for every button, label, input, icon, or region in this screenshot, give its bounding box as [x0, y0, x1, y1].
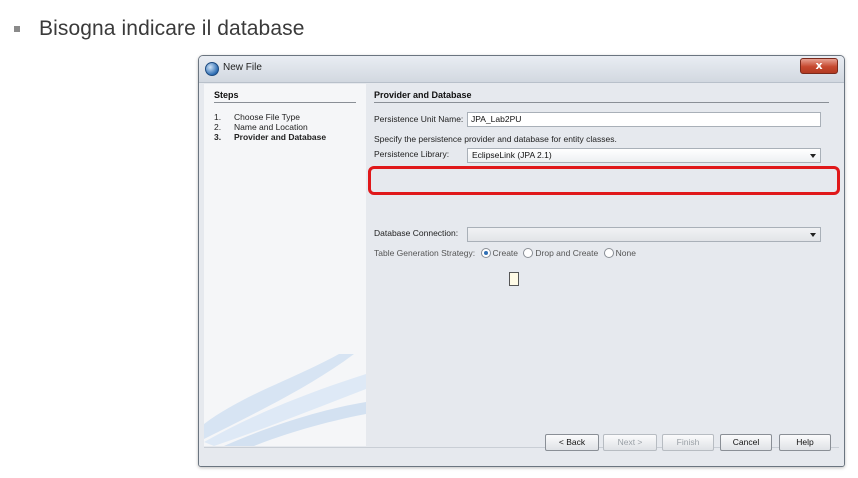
- help-button[interactable]: Help: [779, 434, 831, 451]
- chevron-down-icon: [810, 233, 816, 237]
- persistence-library-select[interactable]: EclipseLink (JPA 2.1): [467, 148, 821, 163]
- cancel-button[interactable]: Cancel: [720, 434, 772, 451]
- description-text: Specify the persistence provider and dat…: [374, 134, 617, 144]
- radio-drop-and-create[interactable]: [523, 248, 534, 259]
- step-item: 2. Name and Location: [214, 122, 308, 132]
- table-generation-strategy: Table Generation Strategy: Create Drop a…: [374, 248, 636, 259]
- highlight-frame: [368, 166, 840, 195]
- steps-panel: Steps 1. Choose File Type 2. Name and Loca…: [204, 84, 366, 446]
- persistence-unit-label: Persistence Unit Name:: [374, 114, 464, 124]
- swoosh-graphic: [204, 354, 366, 446]
- content-header: Provider and Database: [374, 90, 829, 103]
- persistence-unit-input[interactable]: JPA_Lab2PU: [467, 112, 821, 127]
- netbeans-icon: [205, 62, 219, 76]
- cursor-box: [509, 272, 519, 286]
- close-button[interactable]: x: [800, 58, 838, 74]
- radio-create[interactable]: [480, 248, 491, 259]
- persistence-library-label: Persistence Library:: [374, 149, 450, 159]
- finish-button[interactable]: Finish: [662, 434, 714, 451]
- dialog-title: New File: [223, 62, 262, 73]
- step-item-active: 3. Provider and Database: [214, 132, 327, 142]
- database-connection-label: Database Connection:: [374, 228, 459, 238]
- content-panel: Provider and Database Persistence Unit N…: [366, 84, 840, 446]
- next-button[interactable]: Next >: [603, 434, 657, 451]
- bullet-icon: [14, 26, 20, 32]
- steps-header: Steps: [214, 90, 356, 103]
- new-file-dialog: New File x Steps 1. Choose File Type 2. Na…: [198, 55, 845, 467]
- back-button[interactable]: < Back: [545, 434, 599, 451]
- dialog-titlebar[interactable]: New File x: [199, 56, 844, 83]
- slide-bullet: Bisogna indicare il database: [14, 14, 304, 44]
- bullet-text: Bisogna indicare il database: [39, 17, 305, 40]
- radio-none[interactable]: [603, 248, 614, 259]
- chevron-down-icon: [810, 154, 816, 158]
- database-connection-select[interactable]: [467, 227, 821, 242]
- step-item: 1. Choose File Type: [214, 112, 300, 122]
